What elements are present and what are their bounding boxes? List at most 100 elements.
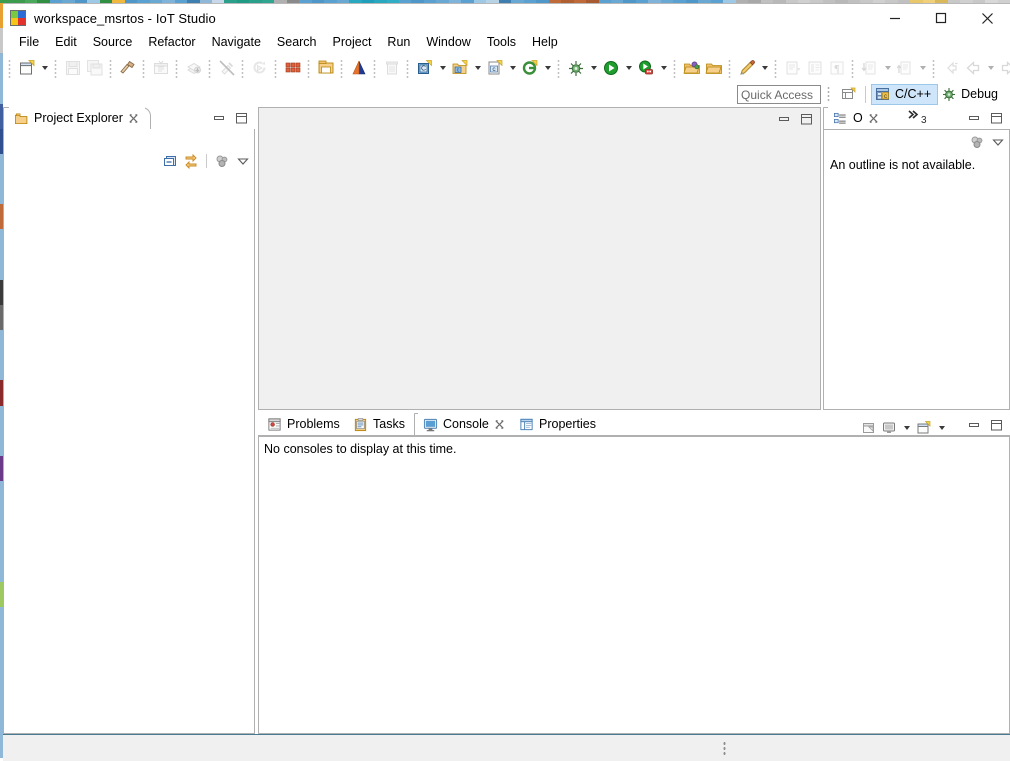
close-tab-icon[interactable] bbox=[494, 419, 505, 430]
maximize-view-icon[interactable] bbox=[988, 110, 1004, 126]
link-with-editor-button[interactable] bbox=[182, 152, 200, 170]
menu-navigate[interactable]: Navigate bbox=[204, 33, 269, 53]
run-button-dropdown[interactable] bbox=[622, 57, 635, 79]
outline-view-menu-button[interactable] bbox=[989, 133, 1007, 151]
save-button[interactable] bbox=[62, 57, 84, 79]
focus-on-active-task-button[interactable] bbox=[213, 152, 231, 170]
close-tab-icon[interactable] bbox=[128, 113, 139, 124]
toolbar-group-grip[interactable] bbox=[372, 58, 379, 78]
menu-source[interactable]: Source bbox=[85, 33, 141, 53]
forward-button[interactable] bbox=[997, 57, 1010, 79]
build-button[interactable] bbox=[117, 57, 139, 79]
open-console-button[interactable] bbox=[915, 419, 933, 437]
new-c-folder-button-dropdown[interactable] bbox=[471, 57, 484, 79]
new-g-button-dropdown[interactable] bbox=[541, 57, 554, 79]
toolbar-group-grip[interactable] bbox=[207, 58, 214, 78]
editor-empty-surface[interactable] bbox=[258, 107, 821, 410]
back-button[interactable] bbox=[962, 57, 984, 79]
maximize-view-icon[interactable] bbox=[988, 417, 1004, 433]
new-button[interactable] bbox=[16, 57, 38, 79]
publish-button[interactable] bbox=[183, 57, 205, 79]
menu-tools[interactable]: Tools bbox=[479, 33, 524, 53]
toolbar-group-grip[interactable] bbox=[672, 58, 679, 78]
save-all-button[interactable] bbox=[84, 57, 106, 79]
tab-console[interactable]: Console bbox=[418, 413, 511, 435]
external-tools-button-dropdown[interactable] bbox=[657, 57, 670, 79]
maximize-view-icon[interactable] bbox=[798, 111, 814, 127]
menu-project[interactable]: Project bbox=[325, 33, 380, 53]
view-overflow-indicator[interactable]: 3 bbox=[907, 109, 927, 126]
new-c-source-button[interactable]: c bbox=[484, 57, 506, 79]
back-button-dropdown[interactable] bbox=[984, 57, 997, 79]
perspective-bar-grip[interactable] bbox=[826, 85, 833, 103]
menu-file[interactable]: File bbox=[11, 33, 47, 53]
build-all-button[interactable] bbox=[150, 57, 172, 79]
tab-properties[interactable]: Properties bbox=[514, 413, 602, 435]
toolbar-group-grip[interactable] bbox=[773, 58, 780, 78]
new-c-class-button-dropdown[interactable] bbox=[436, 57, 449, 79]
toolbar-group-grip[interactable] bbox=[108, 58, 115, 78]
grid-button[interactable] bbox=[282, 57, 304, 79]
minimize-view-icon[interactable] bbox=[966, 417, 982, 433]
minimize-view-icon[interactable] bbox=[211, 110, 227, 126]
project-explorer-tree[interactable] bbox=[4, 174, 254, 733]
close-tab-icon[interactable] bbox=[868, 113, 879, 124]
previous-edit-button-dropdown[interactable] bbox=[916, 57, 929, 79]
toolbar-group-grip[interactable] bbox=[339, 58, 346, 78]
toggle-block-selection-button[interactable] bbox=[804, 57, 826, 79]
toolbar-group-grip[interactable] bbox=[141, 58, 148, 78]
refresh-button[interactable] bbox=[249, 57, 271, 79]
status-bar-resize-grip[interactable] bbox=[723, 741, 728, 757]
project-explorer-content[interactable] bbox=[3, 129, 255, 734]
toolbar-group-grip[interactable] bbox=[727, 58, 734, 78]
next-annotation-button[interactable] bbox=[782, 57, 804, 79]
tab-outline[interactable]: O bbox=[828, 107, 885, 129]
toolbar-group-grip[interactable] bbox=[174, 58, 181, 78]
back-to-button[interactable] bbox=[940, 57, 962, 79]
clear-console-button[interactable] bbox=[860, 419, 878, 437]
minimize-view-icon[interactable] bbox=[776, 111, 792, 127]
tab-tasks[interactable]: Tasks bbox=[348, 413, 411, 435]
toolbar-group-grip[interactable] bbox=[405, 58, 412, 78]
next-edit-button[interactable] bbox=[859, 57, 881, 79]
menu-help[interactable]: Help bbox=[524, 33, 566, 53]
new-button-dropdown[interactable] bbox=[38, 57, 51, 79]
new-c-source-button-dropdown[interactable] bbox=[506, 57, 519, 79]
flash-button[interactable] bbox=[315, 57, 337, 79]
next-edit-button-dropdown[interactable] bbox=[881, 57, 894, 79]
display-selected-console-button[interactable] bbox=[880, 419, 898, 437]
analyze-button[interactable] bbox=[348, 57, 370, 79]
marker-button-dropdown[interactable] bbox=[758, 57, 771, 79]
open-type-button[interactable] bbox=[681, 57, 703, 79]
toolbar-group-grip[interactable] bbox=[850, 58, 857, 78]
toolbar-group-grip[interactable] bbox=[7, 58, 14, 78]
tab-problems[interactable]: Problems bbox=[262, 413, 346, 435]
tab-project-explorer[interactable]: Project Explorer bbox=[9, 107, 145, 129]
toolbar-group-grip[interactable] bbox=[931, 58, 938, 78]
menu-run[interactable]: Run bbox=[379, 33, 418, 53]
menu-edit[interactable]: Edit bbox=[47, 33, 85, 53]
perspective-debug[interactable]: Debug bbox=[938, 84, 1004, 105]
debug-button[interactable] bbox=[565, 57, 587, 79]
open-resource-button[interactable] bbox=[703, 57, 725, 79]
maximize-view-icon[interactable] bbox=[233, 110, 249, 126]
menu-search[interactable]: Search bbox=[269, 33, 325, 53]
toolbar-group-grip[interactable] bbox=[53, 58, 60, 78]
perspective-cpp[interactable]: c C/C++ bbox=[871, 84, 938, 105]
maximize-button[interactable] bbox=[918, 4, 964, 32]
toolbar-group-grip[interactable] bbox=[273, 58, 280, 78]
close-button[interactable] bbox=[964, 4, 1010, 32]
collapse-all-button[interactable] bbox=[161, 152, 179, 170]
debug-button-dropdown[interactable] bbox=[587, 57, 600, 79]
marker-button[interactable] bbox=[736, 57, 758, 79]
link-button[interactable] bbox=[216, 57, 238, 79]
new-g-button[interactable] bbox=[519, 57, 541, 79]
minimize-button[interactable] bbox=[872, 4, 918, 32]
outline-content[interactable]: An outline is not available. bbox=[823, 129, 1010, 410]
new-c-folder-button[interactable]: c bbox=[449, 57, 471, 79]
quick-access-input[interactable]: Quick Access bbox=[737, 85, 821, 104]
open-perspective-icon[interactable] bbox=[838, 84, 860, 105]
toolbar-group-grip[interactable] bbox=[306, 58, 313, 78]
external-tools-button[interactable] bbox=[635, 57, 657, 79]
minimize-view-icon[interactable] bbox=[966, 110, 982, 126]
